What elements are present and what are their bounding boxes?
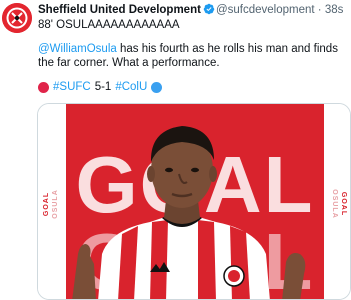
score-text: 5-1 [94,81,112,93]
right-side-name: OSULA [331,189,338,219]
tweet-hashtags-line: #SUFC 5-1 #ColU [38,80,166,94]
hashtag-sufc[interactable]: #SUFC [53,80,91,94]
separator-dot: · [317,4,322,16]
blue-circle-icon [151,81,163,93]
goal-graphic: GOAL GOAL GOAL OSULA GOAL OSULA [38,104,350,299]
author-name[interactable]: Sheffield United Development [38,4,201,16]
tweet-header: Sheffield United Development @sufcdevelop… [38,3,343,17]
verified-badge-icon [203,3,215,15]
tweet[interactable]: Sheffield United Development @sufcdevelop… [0,0,351,300]
author-handle[interactable]: @sufcdevelopment [216,4,315,16]
tweet-text-body: @WilliamOsula has his fourth as he rolls… [38,42,344,70]
mention-link[interactable]: @WilliamOsula [38,43,117,55]
club-crest-icon [2,3,32,33]
tweet-media-image[interactable]: GOAL GOAL GOAL OSULA GOAL OSULA [37,103,351,300]
tweet-text-line1: 88' OSULAAAAAAAAAAAA [38,19,180,31]
left-side-goal: GOAL [43,192,50,216]
left-side-name: OSULA [52,189,59,219]
avatar[interactable] [2,3,32,33]
right-side-goal: GOAL [340,192,347,216]
timestamp[interactable]: 38s [325,4,344,16]
hashtag-colu[interactable]: #ColU [115,80,147,94]
red-circle-icon [38,81,49,93]
